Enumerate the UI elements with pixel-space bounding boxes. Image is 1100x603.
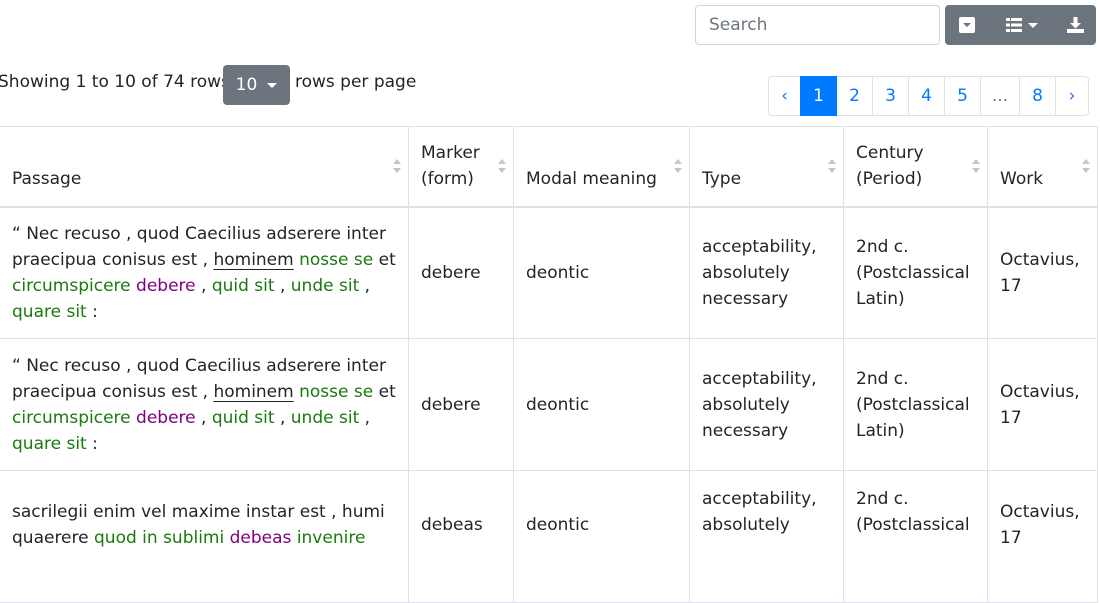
column-header-label: Century (Period)	[856, 142, 924, 189]
page-size-value: 10	[235, 75, 258, 95]
column-header[interactable]: Marker (form)	[408, 126, 514, 208]
passage-segment: unde sit	[290, 407, 360, 428]
type-cell: acceptability, absolutely necessary	[689, 338, 844, 471]
marker-cell: debere	[408, 338, 514, 471]
passage-segment: :	[86, 301, 98, 322]
passage-segment: debeas	[229, 528, 292, 548]
marker-cell: debeas	[408, 470, 514, 603]
toolbar-button-group	[945, 5, 1096, 45]
passage-segment: quare sit	[12, 301, 87, 322]
passage-segment: debere	[136, 275, 196, 296]
table-header-row: Passage Marker (form) Modal meaning Type Cen…	[0, 126, 1098, 208]
page-5-button[interactable]: 5	[944, 76, 981, 116]
passage-cell: “ Nec recuso , quod Caecilius adserere i…	[0, 338, 409, 471]
century-cell: 2nd c. (Postclassical	[843, 470, 988, 603]
passage-segment: hominem	[213, 381, 294, 402]
passage-segment: et	[373, 249, 396, 270]
passage-cell: sacrilegii enim vel maxime instar est , …	[0, 470, 409, 603]
modal-cell: deontic	[513, 470, 690, 603]
column-header[interactable]: Modal meaning	[513, 126, 690, 208]
work-cell: Octavius, 17	[987, 470, 1098, 603]
page-size-dropdown[interactable]: 10	[223, 65, 290, 105]
column-header[interactable]: Type	[689, 126, 844, 208]
table-row: “ Nec recuso , quod Caecilius adserere i…	[0, 206, 1098, 339]
type-cell: acceptability, absolutely	[689, 470, 844, 603]
passage-segment: hominem	[213, 249, 294, 270]
sort-icon	[972, 159, 980, 173]
century-cell: 2nd c. (Postclassical Latin)	[843, 338, 988, 471]
passage-segment: unde sit	[290, 275, 360, 296]
passage-segment: quid sit	[211, 407, 275, 428]
passage-segment: et	[373, 381, 396, 402]
passage-segment: ,	[359, 407, 371, 428]
type-cell: acceptability, absolutely necessary	[689, 206, 844, 339]
page-1-button[interactable]: 1	[800, 76, 837, 116]
passage-segment: ,	[195, 407, 212, 428]
work-cell: Octavius, 17	[987, 338, 1098, 471]
passage-segment: ,	[274, 407, 291, 428]
passage-segment: invenire	[296, 528, 366, 548]
passage-segment: circumspicere	[12, 275, 131, 296]
passage-segment: ,	[274, 275, 291, 296]
passage-segment: nosse se	[299, 249, 374, 270]
page-ellipsis: ...	[980, 76, 1020, 116]
download-icon	[1066, 17, 1084, 33]
pagination: ‹ 1 2 3 4 5... 8 ›	[768, 76, 1089, 116]
passage-segment: quod in sublimi	[94, 528, 225, 548]
next-page-button[interactable]: ›	[1055, 76, 1089, 116]
chevron-down-icon	[267, 82, 278, 88]
passage-segment: ,	[195, 275, 212, 296]
column-header-label: Passage	[12, 168, 82, 189]
modal-cell: deontic	[513, 338, 690, 471]
data-table: Passage Marker (form) Modal meaning Type Cen…	[0, 126, 1098, 603]
page-8-button[interactable]: 8	[1019, 76, 1056, 116]
search-input[interactable]	[695, 5, 940, 45]
columns-button[interactable]	[989, 5, 1054, 45]
column-header[interactable]: Century (Period)	[843, 126, 988, 208]
page-2-button[interactable]: 2	[836, 76, 873, 116]
passage-segment: :	[86, 433, 98, 454]
column-header-label: Modal meaning	[526, 168, 657, 189]
sort-icon	[828, 159, 836, 173]
export-button[interactable]	[1054, 5, 1096, 45]
prev-page-button[interactable]: ‹	[768, 76, 801, 116]
passage-cell: “ Nec recuso , quod Caecilius adserere i…	[0, 206, 409, 339]
passage-segment: ,	[359, 275, 371, 296]
card-toggle-icon	[959, 17, 975, 33]
sort-icon	[674, 159, 682, 173]
chevron-down-icon	[1027, 22, 1038, 28]
card-view-toggle-button[interactable]	[945, 5, 989, 45]
passage-segment: debere	[136, 407, 196, 428]
table-row: “ Nec recuso , quod Caecilius adserere i…	[0, 338, 1098, 471]
column-header[interactable]: Passage	[0, 126, 409, 208]
pagination-info: Showing 1 to 10 of 74 rows	[0, 72, 230, 92]
passage-segment: circumspicere	[12, 407, 131, 428]
sort-icon	[393, 159, 401, 173]
column-header-label: Type	[702, 168, 742, 189]
modal-cell: deontic	[513, 206, 690, 339]
century-cell: 2nd c. (Postclassical Latin)	[843, 206, 988, 339]
page-4-button[interactable]: 4	[908, 76, 945, 116]
sort-icon	[498, 159, 506, 173]
column-header[interactable]: Work	[987, 126, 1098, 208]
passage-segment: nosse se	[299, 381, 374, 402]
passage-segment: quare sit	[12, 433, 87, 454]
marker-cell: debere	[408, 206, 514, 339]
column-header-label: Marker (form)	[421, 142, 480, 189]
sort-icon	[1082, 159, 1090, 173]
rows-per-page-label: rows per page	[295, 72, 417, 92]
page-3-button[interactable]: 3	[872, 76, 909, 116]
column-header-label: Work	[1000, 168, 1044, 189]
passage-segment: quid sit	[211, 275, 275, 296]
work-cell: Octavius, 17	[987, 206, 1098, 339]
table-row: sacrilegii enim vel maxime instar est , …	[0, 470, 1098, 603]
columns-list-icon	[1005, 18, 1022, 32]
